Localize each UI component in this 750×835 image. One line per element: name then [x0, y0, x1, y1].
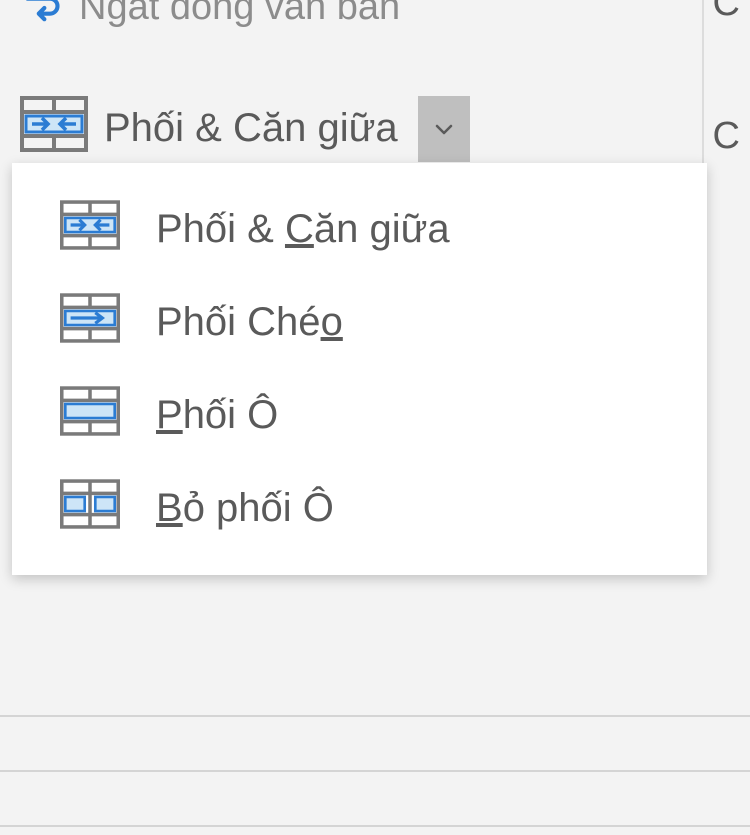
wrap-text-button[interactable]: Ngắt dòng văn bản: [20, 0, 400, 30]
merge-cells-icon: [60, 385, 120, 446]
merge-dropdown-menu: Phối & Căn giữa Phối Chéo: [12, 163, 707, 575]
merge-center-label: Phối & Căn giữa: [104, 106, 398, 151]
row-header-fragment: t: [0, 278, 10, 378]
menu-item-merge-center[interactable]: Phối & Căn giữa: [12, 183, 707, 276]
merge-center-icon: [60, 199, 120, 260]
wrap-text-icon: [20, 0, 65, 30]
merge-across-icon: [60, 292, 120, 353]
merge-center-dropdown-toggle[interactable]: [418, 96, 470, 162]
merge-center-button-main[interactable]: Phối & Căn giữa: [12, 90, 406, 167]
merge-center-split-button[interactable]: Phối & Căn giữa: [12, 90, 470, 167]
unmerge-cells-icon: [60, 478, 120, 539]
menu-item-label: Phối & Căn giữa: [156, 207, 450, 252]
menu-item-merge-cells[interactable]: Phối Ô: [12, 369, 707, 462]
menu-item-merge-across[interactable]: Phối Chéo: [12, 276, 707, 369]
menu-item-label: Phối Chéo: [156, 300, 343, 345]
wrap-text-label: Ngắt dòng văn bản: [79, 0, 400, 29]
menu-item-label: Phối Ô: [156, 393, 278, 438]
truncated-glyph-1: C: [713, 0, 740, 25]
truncated-glyph-2: C: [713, 115, 740, 158]
chevron-down-icon: [432, 108, 456, 150]
menu-item-label: Bỏ phối Ô: [156, 486, 334, 531]
right-ribbon-edge: C C: [702, 0, 750, 200]
grid-row[interactable]: [0, 772, 750, 827]
merge-center-icon: [20, 96, 88, 161]
worksheet-grid[interactable]: [0, 715, 750, 835]
grid-row[interactable]: [0, 717, 750, 772]
menu-item-unmerge-cells[interactable]: Bỏ phối Ô: [12, 462, 707, 555]
